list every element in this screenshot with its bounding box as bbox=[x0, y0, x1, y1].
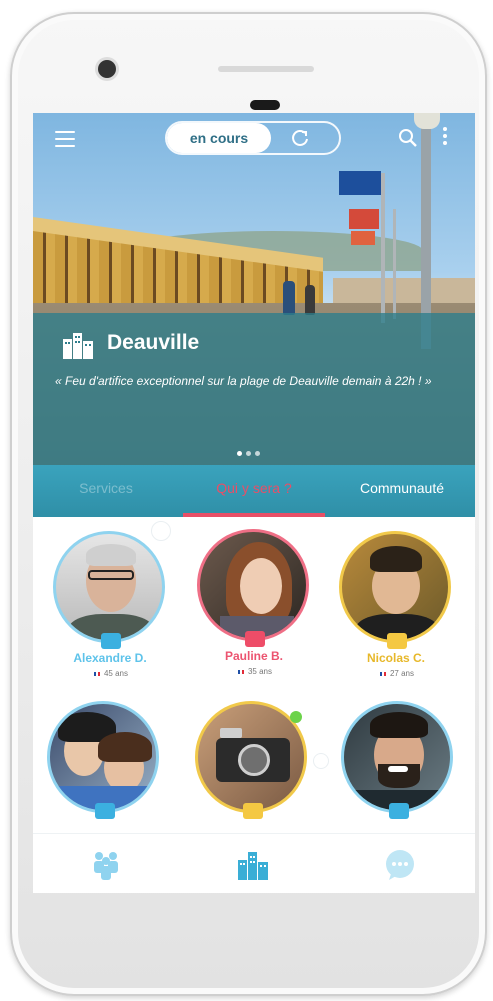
carousel-dot[interactable] bbox=[255, 451, 260, 456]
tab-services[interactable]: Services bbox=[33, 465, 179, 517]
city-buildings-icon bbox=[61, 327, 95, 361]
more-vertical-icon[interactable] bbox=[443, 127, 449, 149]
walking-person bbox=[305, 285, 315, 315]
french-flag-icon bbox=[93, 671, 100, 676]
city-buildings-icon[interactable] bbox=[236, 848, 270, 882]
french-flag-icon bbox=[379, 671, 386, 676]
decorative-circle bbox=[313, 753, 329, 769]
avatar[interactable] bbox=[53, 531, 165, 643]
flag-pole bbox=[393, 209, 396, 319]
walking-person bbox=[283, 281, 295, 315]
front-camera bbox=[98, 60, 116, 78]
attendee-name: Nicolas C. bbox=[366, 651, 426, 665]
badge-icon bbox=[389, 803, 409, 819]
attendee-name: Alexandre D. bbox=[73, 651, 147, 665]
event-quote: « Feu d'artifice exceptionnel sur la pla… bbox=[55, 374, 432, 388]
badge-icon bbox=[101, 633, 121, 649]
attendee-age: 35 ans bbox=[197, 667, 313, 676]
avatar[interactable] bbox=[197, 529, 309, 641]
french-flag-icon bbox=[237, 669, 244, 674]
bottom-navigation bbox=[33, 833, 475, 893]
hero-banner: en cours Deauville « Feu d'artifice exce… bbox=[33, 113, 475, 465]
attendee-age: 45 ans bbox=[53, 669, 169, 678]
flag-orange bbox=[351, 231, 375, 245]
badge-icon bbox=[243, 803, 263, 819]
app-screen: en cours Deauville « Feu d'artifice exce… bbox=[33, 113, 475, 893]
attendees-grid: Alexandre D. 45 ans Pauline B. 35 ans Ni… bbox=[33, 517, 475, 833]
proximity-sensor bbox=[250, 100, 280, 110]
tab-qui-y-sera[interactable]: Qui y sera ? bbox=[181, 465, 327, 517]
flag-red bbox=[349, 209, 379, 229]
carousel-dot[interactable] bbox=[237, 451, 242, 456]
attendee-card[interactable]: Alexandre D. 45 ans bbox=[53, 531, 173, 691]
avatar[interactable] bbox=[339, 531, 451, 643]
hamburger-icon[interactable] bbox=[55, 131, 75, 147]
badge-icon bbox=[387, 633, 407, 649]
chat-bubble-icon[interactable] bbox=[383, 848, 417, 882]
attendee-card[interactable]: Pauline B. 35 ans bbox=[197, 529, 317, 689]
tab-communaute[interactable]: Communauté bbox=[329, 465, 475, 517]
carousel-dot[interactable] bbox=[246, 451, 251, 456]
search-icon[interactable] bbox=[397, 127, 419, 149]
earpiece-speaker bbox=[218, 66, 314, 72]
attendee-name: Pauline B. bbox=[224, 649, 283, 663]
flag-blue bbox=[339, 171, 381, 195]
flag-pole bbox=[381, 173, 385, 323]
toggle-en-cours[interactable]: en cours bbox=[167, 123, 271, 153]
carousel-dots[interactable] bbox=[237, 443, 264, 456]
attendee-card[interactable]: Nicolas C. 27 ans bbox=[339, 531, 459, 691]
attendee-age: 27 ans bbox=[339, 669, 455, 678]
badge-icon bbox=[95, 803, 115, 819]
status-toggle[interactable]: en cours bbox=[165, 121, 341, 155]
section-tabs: Services Qui y sera ? Communauté bbox=[33, 465, 475, 517]
top-app-bar: en cours bbox=[33, 113, 475, 163]
badge-icon bbox=[245, 631, 265, 647]
avatar[interactable] bbox=[47, 701, 159, 813]
community-people-icon[interactable] bbox=[89, 848, 123, 882]
online-status-dot bbox=[290, 711, 302, 723]
avatar[interactable] bbox=[341, 701, 453, 813]
refresh-icon[interactable] bbox=[289, 127, 311, 149]
city-name: Deauville bbox=[107, 331, 200, 354]
